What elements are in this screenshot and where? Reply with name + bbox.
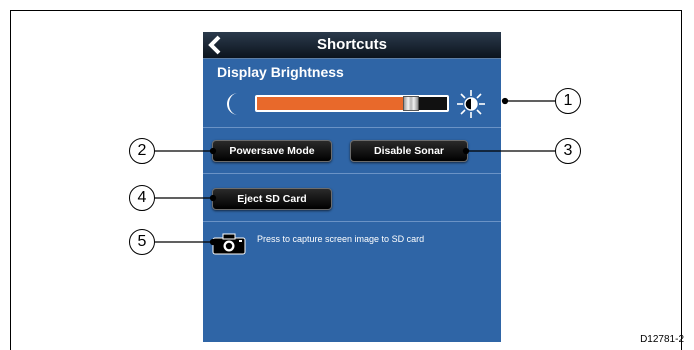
- callout-leader-lines: [155, 97, 555, 246]
- callout-3: 3: [555, 138, 581, 164]
- figure-id-label: D12781-2: [640, 334, 684, 345]
- callout-4: 4: [129, 185, 155, 211]
- callout-1: 1: [555, 88, 581, 114]
- callout-2: 2: [129, 138, 155, 164]
- callout-5: 5: [129, 229, 155, 255]
